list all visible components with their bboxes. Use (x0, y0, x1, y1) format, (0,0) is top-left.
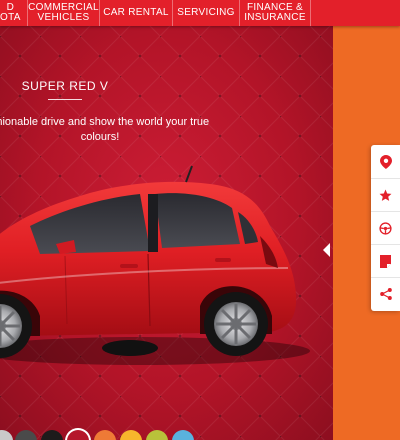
favourite-button[interactable] (371, 178, 400, 211)
share-button[interactable] (371, 277, 400, 310)
star-icon (379, 189, 392, 201)
nav-item-servicing[interactable]: SERVICING (172, 0, 239, 26)
swatch-lime[interactable] (146, 430, 168, 440)
swatch-black[interactable] (41, 430, 63, 440)
nav-item-commercial-vehicles[interactable]: COMMERCIAL VEHICLES (27, 0, 99, 26)
steering-wheel-icon (379, 221, 392, 235)
nav-item-car-rental[interactable]: CAR RENTAL (99, 0, 172, 26)
swatch-orange[interactable] (94, 430, 116, 440)
location-pin-icon (379, 154, 392, 169)
find-dealer-button[interactable] (371, 145, 400, 178)
swatch-sky-blue[interactable] (172, 430, 194, 440)
share-icon (379, 288, 392, 300)
car-image (0, 165, 310, 365)
arrow-left-icon[interactable] (323, 243, 331, 257)
test-drive-button[interactable] (371, 211, 400, 244)
swatch-silver[interactable] (0, 430, 13, 440)
nav-item-toyota[interactable]: D OTA (0, 0, 27, 26)
color-swatches (0, 430, 333, 440)
color-showcase-stage: SUPER RED V shionable drive and show the… (0, 26, 333, 440)
color-tagline: shionable drive and show the world your … (0, 116, 210, 143)
swatch-super-red[interactable] (67, 430, 89, 440)
brochure-button[interactable] (371, 244, 400, 277)
title-divider (48, 99, 82, 100)
quick-actions-sidebar (371, 145, 400, 311)
swatch-dark-grey[interactable] (15, 430, 37, 440)
swatch-yellow[interactable] (120, 430, 142, 440)
top-navigation: D OTA COMMERCIAL VEHICLES CAR RENTAL SERVI… (0, 0, 400, 26)
nav-item-finance-insurance[interactable]: FINANCE & INSURANCE (239, 0, 310, 26)
nav-filler (310, 0, 400, 26)
brochure-icon (380, 254, 391, 268)
color-name-title: SUPER RED V (21, 79, 109, 93)
